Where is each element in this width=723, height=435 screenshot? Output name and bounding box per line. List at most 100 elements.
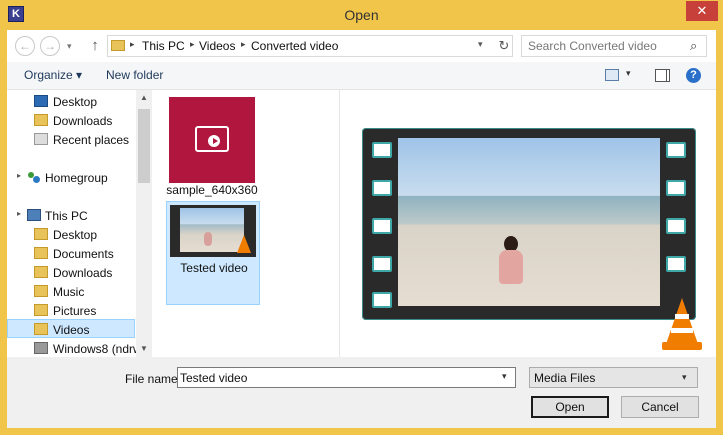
nav-item-label: Pictures — [53, 304, 97, 318]
file-name-dropdown-icon[interactable]: ▾ — [502, 371, 507, 382]
video-thumbnail — [170, 205, 256, 257]
nav-item-music[interactable]: Music — [7, 282, 135, 301]
breadcrumb-separator-icon: ▸ — [130, 39, 135, 49]
file-name-combobox[interactable]: ▾ — [177, 367, 516, 388]
scrollbar-thumb[interactable] — [138, 109, 150, 183]
nav-item-label: Recent places — [53, 133, 130, 147]
view-options-dropdown-icon[interactable]: ▾ — [626, 68, 631, 79]
film-hole — [372, 256, 392, 272]
refresh-icon[interactable]: ↻ — [496, 37, 512, 55]
navigation-pane: Desktop Downloads Recent places ▸ Homegr… — [7, 90, 152, 357]
scroll-down-icon[interactable]: ▼ — [136, 341, 152, 357]
collapse-chevron-icon[interactable]: ▸ — [17, 209, 21, 218]
thumbnail-photo — [180, 208, 244, 252]
preview-pane-icon[interactable] — [655, 69, 670, 82]
organize-menu-button[interactable]: Organize ▾ — [24, 68, 82, 82]
dialog-footer: File name: ▾ Media Files ▾ Open Cancel — [7, 357, 716, 428]
person-body — [499, 250, 523, 284]
film-hole — [372, 180, 392, 196]
recent-locations-button[interactable]: ▾ — [67, 36, 72, 56]
nav-item-label: Videos — [53, 323, 90, 337]
breadcrumb-videos[interactable]: Videos — [199, 39, 235, 53]
film-hole — [372, 142, 392, 158]
file-name-label: sample_640x360 — [166, 183, 258, 197]
nav-item-homegroup[interactable]: ▸ Homegroup — [7, 168, 135, 187]
search-placeholder: Search Converted video — [528, 39, 657, 53]
nav-item-label: Music — [53, 285, 85, 299]
vlc-cone-stripe — [675, 314, 689, 319]
breadcrumb-separator-icon: ▸ — [190, 39, 195, 49]
file-type-select[interactable]: Media Files ▾ — [529, 367, 698, 388]
expand-chevron-icon[interactable]: ▸ — [17, 171, 21, 180]
film-hole — [666, 142, 686, 158]
nav-item-label: Documents — [53, 247, 114, 261]
file-list: sample_640x360 Tested video — [154, 90, 339, 357]
vlc-cone-base — [662, 342, 702, 350]
nav-item-this-pc[interactable]: ▸ This PC — [7, 206, 135, 225]
nav-item-label: Downloads — [53, 266, 113, 280]
dialog-body: ← → ▾ ↑ ▸ This PC ▸ Videos ▸ Converted v… — [7, 30, 716, 428]
preview-pane — [340, 90, 716, 357]
nav-item-label: Desktop — [53, 95, 98, 109]
computer-icon — [27, 209, 41, 221]
folder-icon — [34, 228, 48, 240]
nav-item-documents[interactable]: Documents — [7, 244, 135, 263]
nav-item-desktop[interactable]: Desktop — [7, 225, 135, 244]
film-hole — [372, 292, 392, 308]
help-icon[interactable]: ? — [686, 68, 701, 83]
search-input[interactable]: Search Converted video ⌕ — [521, 35, 707, 57]
file-item-tested-video[interactable]: Tested video — [166, 201, 260, 305]
nav-item-label: Windows8 (ndrw — [53, 342, 142, 356]
vlc-cone-body — [237, 235, 251, 253]
magnifier-icon[interactable]: ⌕ — [690, 38, 697, 54]
nav-item-windows8-drive[interactable]: Windows8 (ndrw — [7, 339, 142, 357]
breadcrumb-separator-icon: ▸ — [241, 39, 246, 49]
new-folder-button[interactable]: New folder — [106, 68, 163, 82]
nav-item-recent-places[interactable]: Recent places — [7, 130, 135, 149]
homegroup-icon — [27, 171, 41, 183]
nav-item-label: Desktop — [53, 228, 98, 242]
sea — [398, 196, 660, 224]
cancel-button-label: Cancel — [641, 400, 679, 414]
vlc-cone-body — [666, 298, 698, 344]
back-button[interactable]: ← — [15, 36, 35, 56]
cancel-button[interactable]: Cancel — [621, 396, 699, 418]
command-bar: Organize ▾ New folder ▾ ? — [7, 62, 716, 90]
address-row: ← → ▾ ↑ ▸ This PC ▸ Videos ▸ Converted v… — [7, 30, 716, 62]
open-dialog: K Open ✕ ← → ▾ ↑ ▸ This PC ▸ Videos ▸ Co… — [0, 0, 723, 435]
video-preview-filmstrip — [362, 128, 696, 320]
nav-item-videos[interactable]: Videos — [7, 319, 135, 338]
nav-item-downloads-favorite[interactable]: Downloads — [7, 111, 135, 130]
breadcrumb-converted-video[interactable]: Converted video — [251, 39, 338, 53]
nav-item-pictures[interactable]: Pictures — [7, 301, 135, 320]
forward-button[interactable]: → — [40, 36, 60, 56]
nav-item-label: This PC — [45, 209, 88, 223]
nav-pane-scrollbar[interactable]: ▲ ▼ — [136, 90, 152, 357]
music-folder-icon — [34, 285, 48, 297]
file-name-field[interactable] — [180, 369, 496, 386]
person-figure — [496, 236, 526, 286]
open-button[interactable]: Open — [531, 396, 609, 418]
film-hole — [666, 256, 686, 272]
nav-item-label: Homegroup — [45, 171, 108, 185]
change-view-icon[interactable] — [605, 69, 619, 81]
file-type-value: Media Files — [534, 371, 596, 385]
preview-photo — [398, 138, 660, 306]
title-bar[interactable]: K Open ✕ — [0, 0, 723, 30]
file-type-dropdown-icon[interactable]: ▾ — [682, 372, 687, 383]
videos-folder-icon — [34, 323, 48, 335]
address-dropdown-icon[interactable]: ▾ — [478, 39, 483, 50]
breadcrumb-this-pc[interactable]: This PC — [142, 39, 185, 53]
drive-icon — [34, 342, 48, 354]
nav-item-downloads[interactable]: Downloads — [7, 263, 135, 282]
vlc-cone-stripe — [671, 328, 693, 333]
file-name-label: Tested video — [180, 261, 248, 275]
address-bar[interactable]: ▸ This PC ▸ Videos ▸ Converted video ▾ ↻ — [107, 35, 513, 57]
close-button[interactable]: ✕ — [686, 1, 718, 21]
up-button[interactable]: ↑ — [88, 36, 102, 56]
nav-item-label: Downloads — [53, 114, 113, 128]
file-item-sample-640x360[interactable]: sample_640x360 — [166, 90, 263, 198]
nav-item-desktop-favorite[interactable]: Desktop — [7, 92, 135, 111]
scroll-up-icon[interactable]: ▲ — [136, 90, 152, 106]
open-button-label: Open — [555, 400, 585, 414]
